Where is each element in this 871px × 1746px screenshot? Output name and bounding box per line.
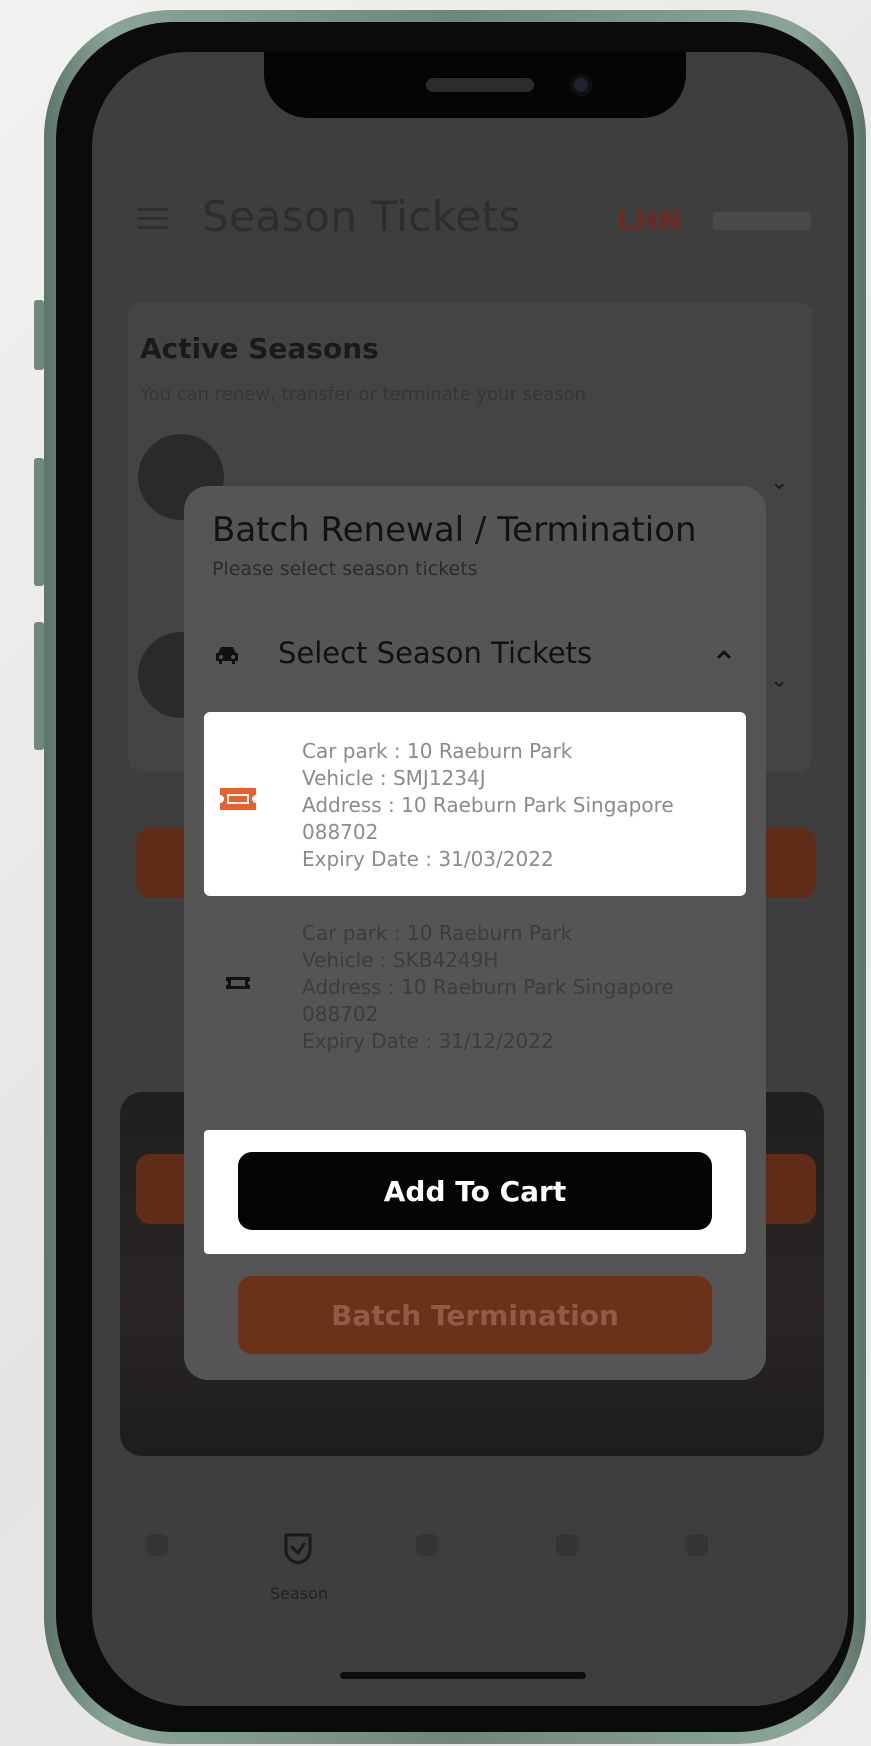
add-to-cart-container: Add To Cart [204,1130,746,1254]
ticket-expiry: Expiry Date : 31/12/2022 [302,1029,554,1053]
ticket-address: Address : 10 Raeburn Park Singapore [302,793,674,817]
batch-termination-button[interactable]: Batch Termination [238,1276,712,1354]
active-seasons-title: Active Seasons [140,332,379,365]
home-indicator[interactable] [340,1672,586,1679]
logo-mark [713,212,811,230]
parking-icon [416,1534,438,1556]
ticket-postal-code: 088702 [302,820,379,844]
ticket-details: Car park : 10 Raeburn Park Vehicle : SMJ… [302,738,674,873]
modal-title: Batch Renewal / Termination [212,510,697,550]
ticket-details: Car park : 10 Raeburn Park Vehicle : SKB… [302,920,674,1055]
ticket-car-park: Car park : 10 Raeburn Park [302,921,573,945]
season-ticket-item[interactable]: Car park : 10 Raeburn Park Vehicle : SKB… [204,904,746,1086]
select-season-tickets-header[interactable]: Select Season Tickets [184,626,766,686]
season-icon[interactable] [280,1530,316,1566]
brand-logo: LHN [617,202,812,238]
profile-icon [686,1534,708,1556]
chevron-down-icon[interactable]: ⌄ [770,470,788,495]
car-icon [214,644,240,666]
ticket-car-park: Car park : 10 Raeburn Park [302,739,573,763]
ticket-vehicle: Vehicle : SKB4249H [302,948,499,972]
silent-switch [34,300,44,370]
notch [264,52,686,118]
earpiece-speaker [426,78,534,92]
ticket-icon [218,970,258,996]
chevron-down-icon[interactable]: ⌄ [770,668,788,693]
cart-icon [556,1534,578,1556]
nav-item-parking[interactable] [382,1522,472,1556]
add-to-cart-button[interactable]: Add To Cart [238,1152,712,1230]
nav-item-cart[interactable] [522,1522,612,1556]
ticket-icon [218,786,258,812]
modal-subtitle: Please select season tickets [212,558,478,580]
nav-item-season-label[interactable]: Season [252,1584,346,1603]
active-seasons-subtitle: You can renew, transfer or terminate you… [140,384,586,405]
front-camera [570,74,592,96]
ticket-expiry: Expiry Date : 31/03/2022 [302,847,554,871]
nav-item-home[interactable] [112,1522,202,1556]
page-title: Season Tickets [202,192,521,241]
nav-item-profile[interactable] [652,1522,742,1556]
batch-renewal-modal: Batch Renewal / Termination Please selec… [184,486,766,1380]
logo-text: LHN [617,206,683,237]
ticket-vehicle: Vehicle : SMJ1234J [302,766,486,790]
season-ticket-item-selected[interactable]: Car park : 10 Raeburn Park Vehicle : SMJ… [204,712,746,896]
chevron-up-icon[interactable] [714,644,734,664]
volume-up-button [34,458,44,586]
ticket-postal-code: 088702 [302,1002,379,1026]
hamburger-menu-icon[interactable] [138,208,168,230]
bottom-navigation [92,1522,848,1632]
home-icon [146,1534,168,1556]
volume-down-button [34,622,44,750]
phone-screen: Season Tickets LHN Active Seasons You ca… [92,52,848,1706]
ticket-address: Address : 10 Raeburn Park Singapore [302,975,674,999]
section-label: Select Season Tickets [278,636,593,670]
